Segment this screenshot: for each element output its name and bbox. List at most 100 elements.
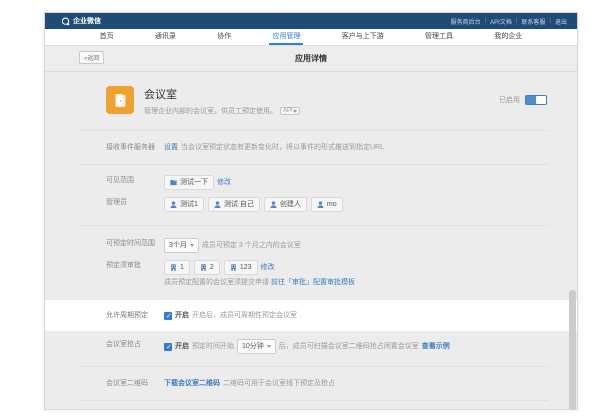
building-icon: [230, 264, 237, 271]
recurring-booking-row: 允许周期预定 开启 开启后，成员可周期性预定会议室: [45, 300, 577, 331]
admin-chip[interactable]: 创建人: [264, 197, 307, 212]
topbar-links: 服务商后台|API文档|联系客服|退出: [451, 17, 567, 26]
meeting-room-app-icon: [106, 86, 134, 114]
back-button[interactable]: «返回: [79, 51, 104, 64]
nav-item-app-management[interactable]: 应用管理: [269, 29, 303, 45]
chip-label: 创建人: [280, 199, 301, 210]
seize-delay-select[interactable]: 10分钟: [237, 339, 276, 354]
scrollbar-thumb[interactable]: [569, 290, 576, 410]
app-description: 管理企业内部的会议室，供员工预定使用。: [144, 106, 277, 116]
chip-label: mo: [327, 199, 337, 210]
page-content: «返回 应用详情 会议室 管理企业内部的会议室，供员工预定使用。 API: [45, 46, 577, 410]
enabled-toggle[interactable]: [525, 95, 547, 105]
api-badge[interactable]: API: [280, 107, 300, 115]
divider: [79, 130, 549, 131]
row-label: 允许周期预定: [106, 310, 164, 321]
wecom-logo-icon: [61, 17, 70, 26]
row-label: 可见范围: [106, 175, 164, 186]
divider: [79, 366, 549, 367]
person-icon: [214, 201, 221, 208]
chevron-down-icon: [190, 244, 194, 247]
person-icon: [270, 201, 277, 208]
approval-chips: 1 2 123: [164, 260, 258, 275]
nav-item-customers-updown[interactable]: 客户与上下游: [339, 29, 387, 45]
booking-range-description: 成员可预定 3 个月之内的会议室: [202, 240, 301, 251]
seize-example-link[interactable]: 查看示例: [422, 341, 450, 352]
visibility-chips: 测试一下: [164, 175, 214, 190]
approval-template-link[interactable]: 前往「审批」配置审批模板: [271, 279, 355, 286]
seize-checkbox-label: 开启: [175, 341, 189, 352]
chip-label: 1: [180, 262, 184, 273]
app-status: 已启用: [499, 86, 547, 105]
approval-modify-link[interactable]: 修改: [261, 262, 275, 273]
building-icon: [170, 264, 177, 271]
divider: [79, 225, 549, 226]
seize-checkbox[interactable]: [164, 343, 172, 351]
app-info: 会议室 管理企业内部的会议室，供员工预定使用。 API: [144, 86, 300, 116]
nav-item-home[interactable]: 首页: [97, 29, 117, 45]
seize-text-before: 预定时间开始: [192, 341, 234, 352]
approval-room-chip[interactable]: 123: [224, 260, 258, 275]
topbar-link[interactable]: 联系客服: [521, 17, 545, 26]
seize-text-after: 后，成员可扫描会议室二维码抢占闲置会议室: [279, 341, 419, 352]
building-icon: [200, 264, 207, 271]
chip-label: 123: [240, 262, 252, 273]
topbar-link-separator: |: [485, 18, 487, 24]
qrcode-row: 会议室二维码 下载会议室二维码 二维码可用于会议室线下预定及抢占: [45, 369, 577, 398]
person-icon: [170, 201, 177, 208]
row-label: 预定须审批: [106, 260, 164, 271]
booking-range-select[interactable]: 3个月: [164, 238, 199, 253]
callback-server-row: 接收事件服务器 设置 当会议室预定状态有更新变化时，将以事件的形式推送到指定UR…: [45, 133, 577, 162]
admin-chip[interactable]: 测试 自己: [208, 197, 260, 212]
approval-room-chip[interactable]: 1: [164, 260, 190, 275]
chevron-down-icon: [267, 345, 271, 348]
callback-configure-link[interactable]: 设置: [164, 142, 178, 153]
chip-label: 测试 自己: [224, 199, 254, 210]
nav-item-contacts[interactable]: 通讯录: [152, 29, 179, 45]
brand-name: 企业微信: [73, 16, 101, 26]
admin-chip[interactable]: 测试1: [164, 197, 204, 212]
nav-item-my-enterprise[interactable]: 我的企业: [491, 29, 525, 45]
visibility-scope-chip[interactable]: 测试一下: [164, 175, 214, 190]
qrcode-download-link[interactable]: 下载会议室二维码: [164, 378, 220, 389]
chip-label: 测试1: [180, 199, 198, 210]
api-badge-label: API: [283, 108, 293, 114]
divider: [79, 400, 549, 401]
visible-scope-row: 可见范围 测试一下 修改: [45, 167, 577, 193]
recurring-checkbox[interactable]: [164, 312, 172, 320]
recurring-checkbox-label: 开启: [175, 310, 189, 321]
admins-row: 管理员 测试1 测试 自己 创建人 mo: [45, 193, 577, 223]
app-header-row: 会议室 管理企业内部的会议室，供员工预定使用。 API 已启用: [45, 72, 577, 128]
topbar: 企业微信 服务商后台|API文档|联系客服|退出: [45, 13, 577, 29]
callback-description: 当会议室预定状态有更新变化时，将以事件的形式推送到指定URL: [181, 142, 384, 153]
approval-row: 预定须审批 1 2 123 修改: [45, 256, 577, 277]
row-label: 会议室二维码: [106, 378, 164, 389]
topbar-link-separator: |: [516, 18, 518, 24]
nav-item-management-tools[interactable]: 管理工具: [422, 29, 456, 45]
admin-chips: 测试1 测试 自己 创建人 mo: [164, 197, 343, 212]
app-description-line: 管理企业内部的会议室，供员工预定使用。 API: [144, 106, 300, 116]
main-nav: 首页 通讯录 协作 应用管理 客户与上下游 管理工具 我的企业: [45, 29, 577, 46]
approval-note: 成员预定配置的会议室须提交申请 前往「审批」配置审批模板: [45, 277, 577, 295]
topbar-link[interactable]: API文档: [490, 17, 512, 26]
app-name: 会议室: [144, 86, 300, 102]
topbar-link-separator: |: [549, 18, 551, 24]
brand[interactable]: 企业微信: [61, 16, 101, 26]
nav-item-collaboration[interactable]: 协作: [214, 29, 234, 45]
approval-room-chip[interactable]: 2: [194, 260, 220, 275]
admin-chip[interactable]: mo: [311, 197, 343, 212]
booking-range-row: 可预定时间范围 3个月 成员可预定 3 个月之内的会议室: [45, 228, 577, 256]
topbar-link[interactable]: 服务商后台: [451, 17, 481, 26]
chip-label: 测试一下: [180, 177, 208, 188]
recurring-description: 开启后，成员可周期性预定会议室: [192, 310, 297, 321]
chip-label: 2: [210, 262, 214, 273]
visibility-modify-link[interactable]: 修改: [217, 177, 231, 188]
folder-icon: [170, 179, 177, 186]
admin-console-window: 企业微信 服务商后台|API文档|联系客服|退出 首页通讯录协作应用管理客户与上…: [44, 12, 578, 410]
person-icon: [317, 201, 324, 208]
select-value: 10分钟: [242, 341, 264, 352]
page-header: «返回 应用详情: [45, 46, 577, 72]
row-label: 管理员: [106, 197, 164, 208]
topbar-link[interactable]: 退出: [555, 17, 567, 26]
approval-note-text: 成员预定配置的会议室须提交申请: [164, 279, 269, 286]
